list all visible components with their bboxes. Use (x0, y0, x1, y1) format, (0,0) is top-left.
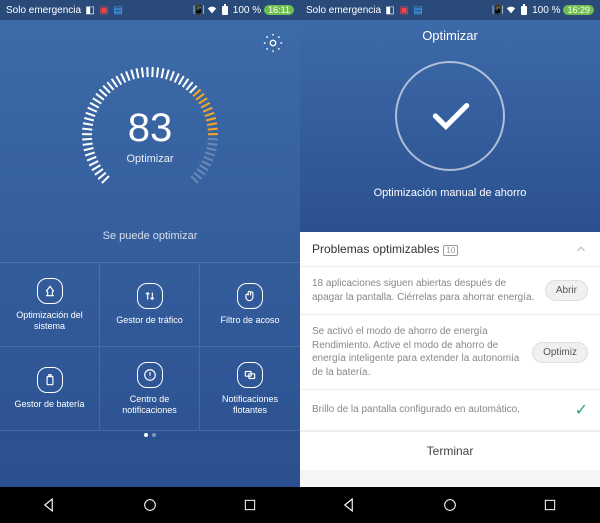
tile-label: Gestor de batería (10, 399, 88, 410)
carrier-text: Solo emergencia (306, 5, 381, 16)
tile-battery-manager[interactable]: Gestor de batería (0, 347, 100, 431)
battery-icon (220, 5, 230, 15)
wifi-icon (207, 5, 217, 15)
score-label: Optimizar (126, 153, 173, 165)
gauge-ticks (82, 67, 218, 183)
success-check (395, 61, 505, 171)
finish-button[interactable]: Terminar (300, 431, 600, 470)
optimize-screen: Solo emergencia ◧ ▣ ▤ 📳 100 % 16:29 Opti… (300, 0, 600, 523)
app-icon-1: ◧ (85, 5, 95, 15)
tile-floating-notifications[interactable]: Notificaciones flotantes (200, 347, 300, 431)
hero-subtitle: Optimización manual de ahorro (374, 187, 527, 199)
app-icon-1: ◧ (385, 5, 395, 15)
section-title: Problemas optimizables (312, 242, 439, 256)
app-icon-3: ▤ (113, 5, 123, 15)
nav-bar (300, 487, 600, 523)
chevron-up-icon (574, 242, 588, 256)
tile-system-optimization[interactable]: Optimización del sistema (0, 263, 100, 347)
brush-icon (37, 278, 63, 304)
app-icon-3: ▤ (413, 5, 423, 15)
settings-button[interactable] (262, 32, 284, 59)
tile-label: Centro de notificaciones (100, 394, 199, 416)
nav-home[interactable] (440, 495, 460, 515)
tile-label: Gestor de tráfico (112, 315, 187, 326)
traffic-icon (137, 283, 163, 309)
battery-time-pill: 16:11 (264, 5, 294, 15)
vibrate-icon: 📳 (493, 5, 503, 15)
problem-text: Brillo de la pantalla configurado en aut… (312, 403, 567, 417)
status-bar: Solo emergencia ◧ ▣ ▤ 📳 100 % 16:11 (0, 0, 300, 20)
battery-tile-icon (37, 367, 63, 393)
dot-1 (144, 433, 148, 437)
problem-text: Se activó el modo de ahorro de energía R… (312, 325, 524, 379)
battery-icon (519, 5, 529, 15)
tile-harassment-filter[interactable]: Filtro de acoso (200, 263, 300, 347)
nav-recent[interactable] (540, 495, 560, 515)
problem-item: Se activó el modo de ahorro de energía R… (300, 315, 600, 390)
optimize-button[interactable]: Optimiz (532, 342, 588, 363)
nav-back[interactable] (340, 495, 360, 515)
wifi-icon (506, 5, 516, 15)
optimize-hero: Optimizar Optimización manual de ahorro (300, 20, 600, 232)
battery-text: 100 % (233, 5, 261, 16)
open-button[interactable]: Abrir (545, 280, 588, 301)
tile-notification-center[interactable]: Centro de notificaciones (100, 347, 200, 431)
check-icon: ✓ (575, 400, 588, 420)
problems-header[interactable]: Problemas optimizables 10 (300, 232, 600, 267)
nav-bar (0, 487, 300, 523)
nav-home[interactable] (140, 495, 160, 515)
tools-grid: Optimización del sistema Gestor de tráfi… (0, 262, 300, 431)
float-icon (237, 362, 263, 388)
problem-item: 18 aplicaciones siguen abiertas después … (300, 267, 600, 315)
status-bar: Solo emergencia ◧ ▣ ▤ 📳 100 % 16:29 (300, 0, 600, 20)
carrier-text: Solo emergencia (6, 5, 81, 16)
battery-text: 100 % (532, 5, 560, 16)
app-icon-2: ▣ (399, 5, 409, 15)
hand-icon (237, 283, 263, 309)
vibrate-icon: 📳 (194, 5, 204, 15)
tile-label: Notificaciones flotantes (200, 394, 300, 416)
tile-label: Optimización del sistema (0, 310, 99, 332)
tile-traffic-manager[interactable]: Gestor de tráfico (100, 263, 200, 347)
problem-item: Brillo de la pantalla configurado en aut… (300, 390, 600, 431)
page-title: Optimizar (422, 28, 478, 43)
score-gauge[interactable]: 83 Optimizar (75, 60, 225, 210)
page-indicator (0, 431, 300, 439)
phone-manager-screen: Solo emergencia ◧ ▣ ▤ 📳 100 % 16:11 83 (0, 0, 300, 523)
tile-label: Filtro de acoso (216, 315, 283, 326)
dot-2 (152, 433, 156, 437)
section-count: 10 (443, 245, 458, 256)
app-icon-2: ▣ (99, 5, 109, 15)
nav-recent[interactable] (240, 495, 260, 515)
alert-icon (137, 362, 163, 388)
battery-time-pill: 16:29 (563, 5, 594, 15)
score-subtext: Se puede optimizar (103, 230, 198, 242)
nav-back[interactable] (40, 495, 60, 515)
problem-text: 18 aplicaciones siguen abiertas después … (312, 277, 537, 304)
